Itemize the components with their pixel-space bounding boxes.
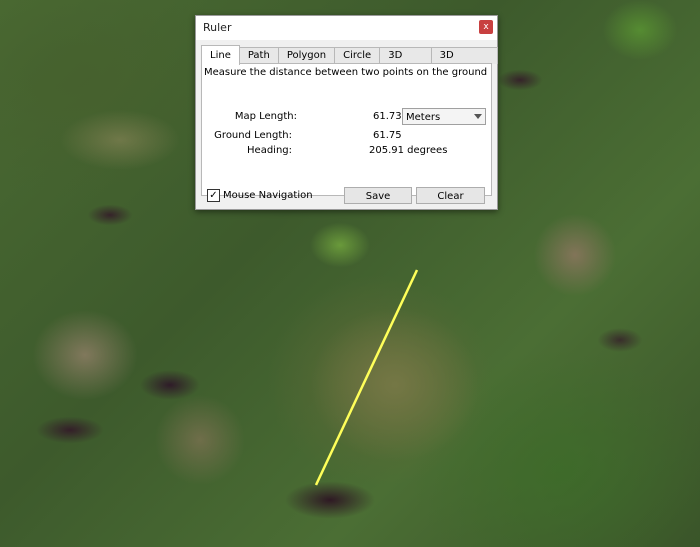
title-bar[interactable]: Ruler x bbox=[196, 16, 497, 40]
ruler-dialog: Ruler x Line Path Polygon Circle 3D path… bbox=[195, 15, 498, 210]
mouse-navigation-label[interactable]: Mouse Navigation bbox=[223, 190, 313, 201]
bottom-bar: ✓ Mouse Navigation Save Clear bbox=[196, 184, 497, 208]
units-selected: Meters bbox=[406, 112, 441, 123]
tab-line[interactable]: Line bbox=[201, 45, 240, 65]
description-text: Measure the distance between two points … bbox=[204, 67, 488, 78]
tab-3d-path[interactable]: 3D path bbox=[379, 47, 432, 77]
close-icon: x bbox=[483, 22, 489, 32]
ground-length-value: 61.75 bbox=[373, 130, 402, 141]
chevron-down-icon bbox=[474, 114, 482, 119]
close-button[interactable]: x bbox=[479, 20, 493, 34]
window-title: Ruler bbox=[203, 21, 232, 34]
tab-bar: Line Path Polygon Circle 3D path 3D poly… bbox=[201, 45, 498, 77]
save-button[interactable]: Save bbox=[344, 187, 412, 204]
tab-circle[interactable]: Circle bbox=[334, 47, 381, 64]
tab-3d-polygon[interactable]: 3D polygon bbox=[430, 47, 498, 77]
tab-path[interactable]: Path bbox=[238, 47, 279, 64]
units-dropdown[interactable]: Meters bbox=[402, 108, 486, 125]
clear-button[interactable]: Clear bbox=[416, 187, 485, 204]
tab-polygon[interactable]: Polygon bbox=[277, 47, 336, 64]
map-length-label: Map Length: bbox=[234, 111, 297, 122]
mouse-navigation-checkbox[interactable]: ✓ bbox=[207, 189, 220, 202]
checkmark-icon: ✓ bbox=[209, 190, 218, 201]
measurement-line-segment bbox=[314, 269, 419, 486]
ground-length-label: Ground Length: bbox=[214, 130, 292, 141]
map-length-value: 61.73 bbox=[373, 111, 402, 122]
line-panel: Measure the distance between two points … bbox=[201, 63, 492, 196]
heading-label: Heading: bbox=[247, 145, 292, 156]
heading-value: 205.91 degrees bbox=[369, 145, 448, 156]
